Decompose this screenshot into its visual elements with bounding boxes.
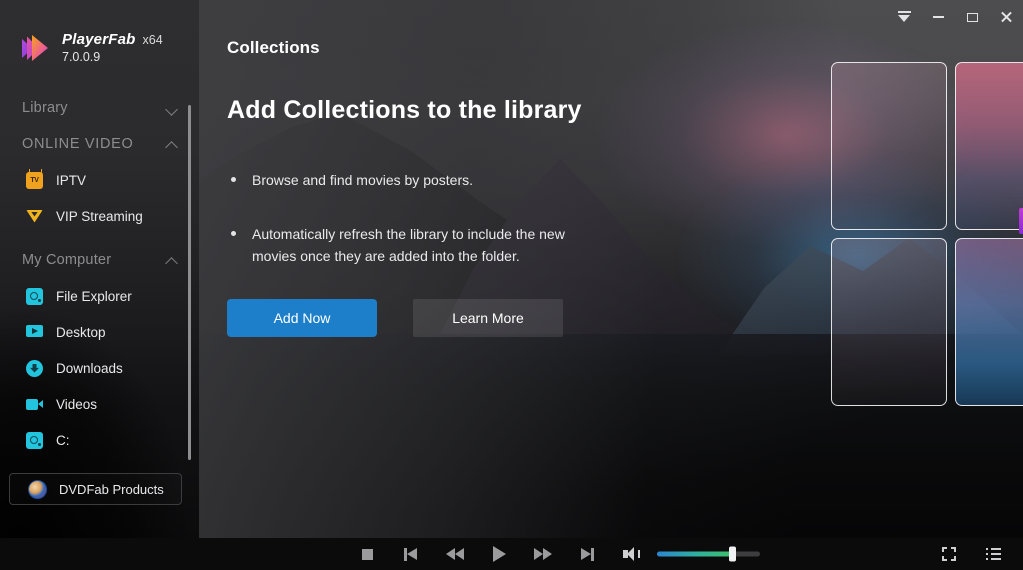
sidebar-item-file-explorer[interactable]: File Explorer (0, 278, 199, 314)
dvdfab-products-label: DVDFab Products (59, 481, 164, 497)
list-item: Automatically refresh the library to inc… (227, 223, 1023, 267)
maximize-icon (966, 12, 978, 22)
transport-controls (345, 538, 653, 570)
sidebar-item-iptv[interactable]: IPTV (0, 162, 199, 198)
previous-track-icon (404, 547, 418, 561)
player-right-controls (927, 538, 1015, 570)
play-button[interactable] (477, 538, 521, 570)
sidebar: PlayerFab x64 7.0.0.9 Library ONLINE VID… (0, 0, 199, 538)
sidebar-scrollbar[interactable] (188, 105, 191, 460)
dvdfab-logo-icon (28, 479, 47, 499)
tray-icon (897, 11, 911, 23)
sidebar-item-desktop[interactable]: Desktop (0, 314, 199, 350)
list-item: Browse and find movies by posters. (227, 169, 1023, 191)
sidebar-item-vip-streaming[interactable]: VIP Streaming (0, 198, 199, 234)
chevron-up-icon[interactable] (166, 254, 179, 267)
sidebar-nav: Library ONLINE VIDEO IPTV VIP Streaming … (0, 74, 199, 458)
hero-title: Add Collections to the library (227, 96, 582, 124)
content-inner: Collections Add Collections to the libra… (199, 0, 1023, 337)
volume-slider-fill (657, 551, 734, 557)
next-button[interactable] (565, 538, 609, 570)
maximize-button[interactable] (955, 0, 989, 34)
playerfab-window: PlayerFab x64 7.0.0.9 Library ONLINE VID… (0, 0, 1023, 570)
drive-icon (26, 431, 43, 449)
sidebar-item-label: Videos (56, 396, 98, 412)
feature-bullet-list: Browse and find movies by posters. Autom… (227, 169, 1023, 267)
bullet-text: Automatically refresh the library to inc… (252, 226, 565, 264)
bullet-dot-icon (231, 177, 236, 182)
play-icon (492, 546, 506, 562)
playlist-button[interactable] (971, 538, 1015, 570)
folder-icon (26, 287, 43, 305)
bullet-dot-icon (231, 231, 236, 236)
chevron-up-icon[interactable] (166, 138, 179, 151)
sidebar-group-label: ONLINE VIDEO (22, 136, 134, 152)
brand-arch: x64 (142, 33, 163, 48)
bullet-text: Browse and find movies by posters. (252, 172, 473, 188)
fullscreen-icon (942, 547, 956, 561)
fast-forward-button[interactable] (521, 538, 565, 570)
minimize-icon (932, 16, 944, 18)
minimize-to-tray-button[interactable] (887, 0, 921, 34)
download-icon (26, 359, 43, 377)
crown-icon (26, 208, 43, 225)
window-controls (887, 0, 1023, 34)
tv-icon (26, 168, 43, 189)
brand-text: PlayerFab x64 7.0.0.9 (62, 31, 163, 65)
close-icon (1000, 11, 1012, 23)
sidebar-item-label: Desktop (56, 324, 106, 340)
sidebar-item-c-drive[interactable]: C: (0, 422, 199, 458)
volume-button[interactable] (609, 538, 653, 570)
desktop-icon (26, 324, 43, 341)
next-track-icon (580, 547, 594, 561)
fullscreen-button[interactable] (927, 538, 971, 570)
previous-button[interactable] (389, 538, 433, 570)
sidebar-group-library[interactable]: Library (0, 90, 199, 126)
sidebar-group-my-computer[interactable]: My Computer (0, 242, 199, 278)
brand-version: 7.0.0.9 (62, 50, 101, 65)
sidebar-item-label: VIP Streaming (56, 208, 143, 224)
chevron-down-icon[interactable] (166, 102, 179, 115)
video-camera-icon (26, 396, 43, 413)
stop-button[interactable] (345, 538, 389, 570)
brand: PlayerFab x64 7.0.0.9 (0, 0, 199, 74)
dvdfab-products-button[interactable]: DVDFab Products (9, 473, 182, 505)
close-button[interactable] (989, 0, 1023, 34)
sidebar-item-label: IPTV (56, 172, 87, 188)
main-content: Collections Add Collections to the libra… (199, 0, 1023, 538)
sidebar-item-videos[interactable]: Videos (0, 386, 199, 422)
minimize-button[interactable] (921, 0, 955, 34)
sidebar-item-downloads[interactable]: Downloads (0, 350, 199, 386)
window-body: PlayerFab x64 7.0.0.9 Library ONLINE VID… (0, 0, 1023, 538)
brand-name: PlayerFab (62, 31, 136, 49)
sidebar-item-label: Downloads (56, 360, 123, 376)
player-bar (0, 538, 1023, 570)
rewind-button[interactable] (433, 538, 477, 570)
sidebar-item-label: File Explorer (56, 288, 132, 304)
volume-icon (622, 547, 640, 561)
playerfab-logo-icon (18, 31, 52, 65)
sidebar-group-label: My Computer (22, 252, 112, 268)
sidebar-group-label: Library (22, 100, 68, 116)
sidebar-group-online-video[interactable]: ONLINE VIDEO (0, 126, 199, 162)
page-title: Collections (227, 38, 320, 57)
add-now-button[interactable]: Add Now (227, 299, 377, 337)
learn-more-button[interactable]: Learn More (413, 299, 563, 337)
stop-icon (361, 548, 373, 560)
volume-slider[interactable] (657, 546, 760, 562)
rewind-icon (446, 548, 464, 560)
cta-row: Add Now Learn More (227, 299, 1023, 337)
playlist-icon (985, 548, 1001, 561)
fast-forward-icon (534, 548, 552, 560)
sidebar-item-label: C: (56, 432, 70, 448)
volume-slider-handle[interactable] (729, 546, 736, 562)
